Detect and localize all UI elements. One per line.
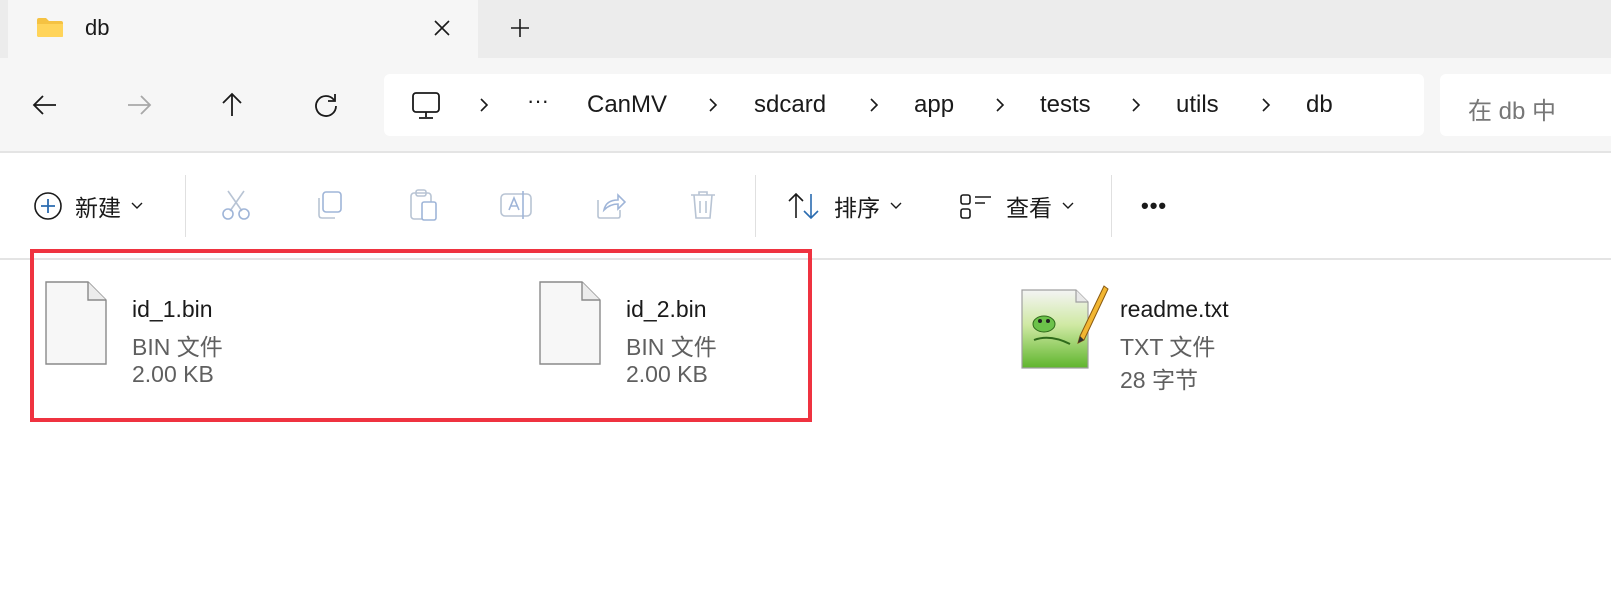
breadcrumb-item-sdcard[interactable]: sdcard [754, 90, 826, 120]
breadcrumb-item-tests[interactable]: tests [1040, 90, 1091, 120]
plus-icon[interactable] [506, 14, 534, 42]
add-circle-icon [34, 192, 62, 220]
selection-highlight-box [30, 249, 812, 422]
sort-label: 排序 [834, 195, 880, 221]
computer-icon[interactable] [410, 90, 442, 122]
chevron-right-icon[interactable] [866, 90, 882, 120]
copy-icon[interactable] [310, 186, 348, 224]
command-bar: 新建 排序 查看 ••• [0, 153, 1611, 258]
chevron-right-icon[interactable] [705, 90, 721, 120]
file-item-readme[interactable]: readme.txt TXT 文件 28 字节 [1020, 280, 1440, 393]
search-input[interactable]: 在 db 中 [1440, 74, 1611, 136]
refresh-icon[interactable] [309, 88, 343, 122]
chevron-down-icon [890, 202, 902, 209]
delete-icon[interactable] [684, 186, 722, 224]
file-name: readme.txt [1120, 296, 1229, 322]
separator [755, 175, 756, 237]
view-icon [960, 194, 991, 219]
separator [185, 175, 186, 237]
sort-button[interactable]: 排序 [786, 187, 902, 225]
close-icon[interactable] [428, 14, 456, 42]
folder-icon [37, 18, 63, 37]
chevron-right-icon[interactable] [1128, 90, 1144, 120]
view-button[interactable]: 查看 [958, 187, 1074, 225]
chevron-right-icon[interactable] [992, 90, 1008, 120]
arrow-right-icon[interactable] [122, 88, 156, 122]
breadcrumb-item-utils[interactable]: utils [1176, 90, 1219, 120]
navigation-bar: ··· CanMV sdcard app tests utils db 在 db… [0, 58, 1611, 152]
rename-icon[interactable] [497, 186, 535, 224]
separator [1111, 175, 1112, 237]
file-type: TXT 文件 [1120, 334, 1216, 360]
search-placeholder: 在 db 中 [1468, 98, 1557, 125]
chevron-right-icon[interactable] [1258, 90, 1274, 120]
breadcrumb-item-canmv[interactable]: CanMV [587, 90, 667, 120]
new-button[interactable]: 新建 [33, 187, 143, 225]
chevron-right-icon[interactable] [476, 90, 492, 120]
arrow-up-icon[interactable] [215, 88, 249, 122]
notepadpp-file-icon [1021, 285, 1109, 369]
breadcrumb-overflow[interactable]: ··· [527, 86, 549, 116]
paste-icon[interactable] [404, 186, 442, 224]
more-options-button[interactable]: ••• [1141, 187, 1167, 225]
new-label: 新建 [75, 195, 121, 221]
arrow-left-icon[interactable] [28, 88, 62, 122]
share-icon[interactable] [591, 186, 629, 224]
tab-db[interactable]: db [8, 0, 478, 58]
breadcrumb-item-db[interactable]: db [1306, 90, 1333, 120]
more-label: ••• [1141, 193, 1168, 218]
chevron-down-icon [1062, 202, 1074, 209]
cut-icon[interactable] [217, 186, 255, 224]
breadcrumb-item-app[interactable]: app [914, 90, 954, 120]
file-size: 28 字节 [1120, 367, 1198, 393]
chevron-down-icon [131, 202, 143, 209]
sort-icon [788, 192, 819, 220]
view-label: 查看 [1006, 195, 1052, 221]
tab-title: db [85, 15, 110, 40]
tab-strip: db [0, 0, 1611, 58]
